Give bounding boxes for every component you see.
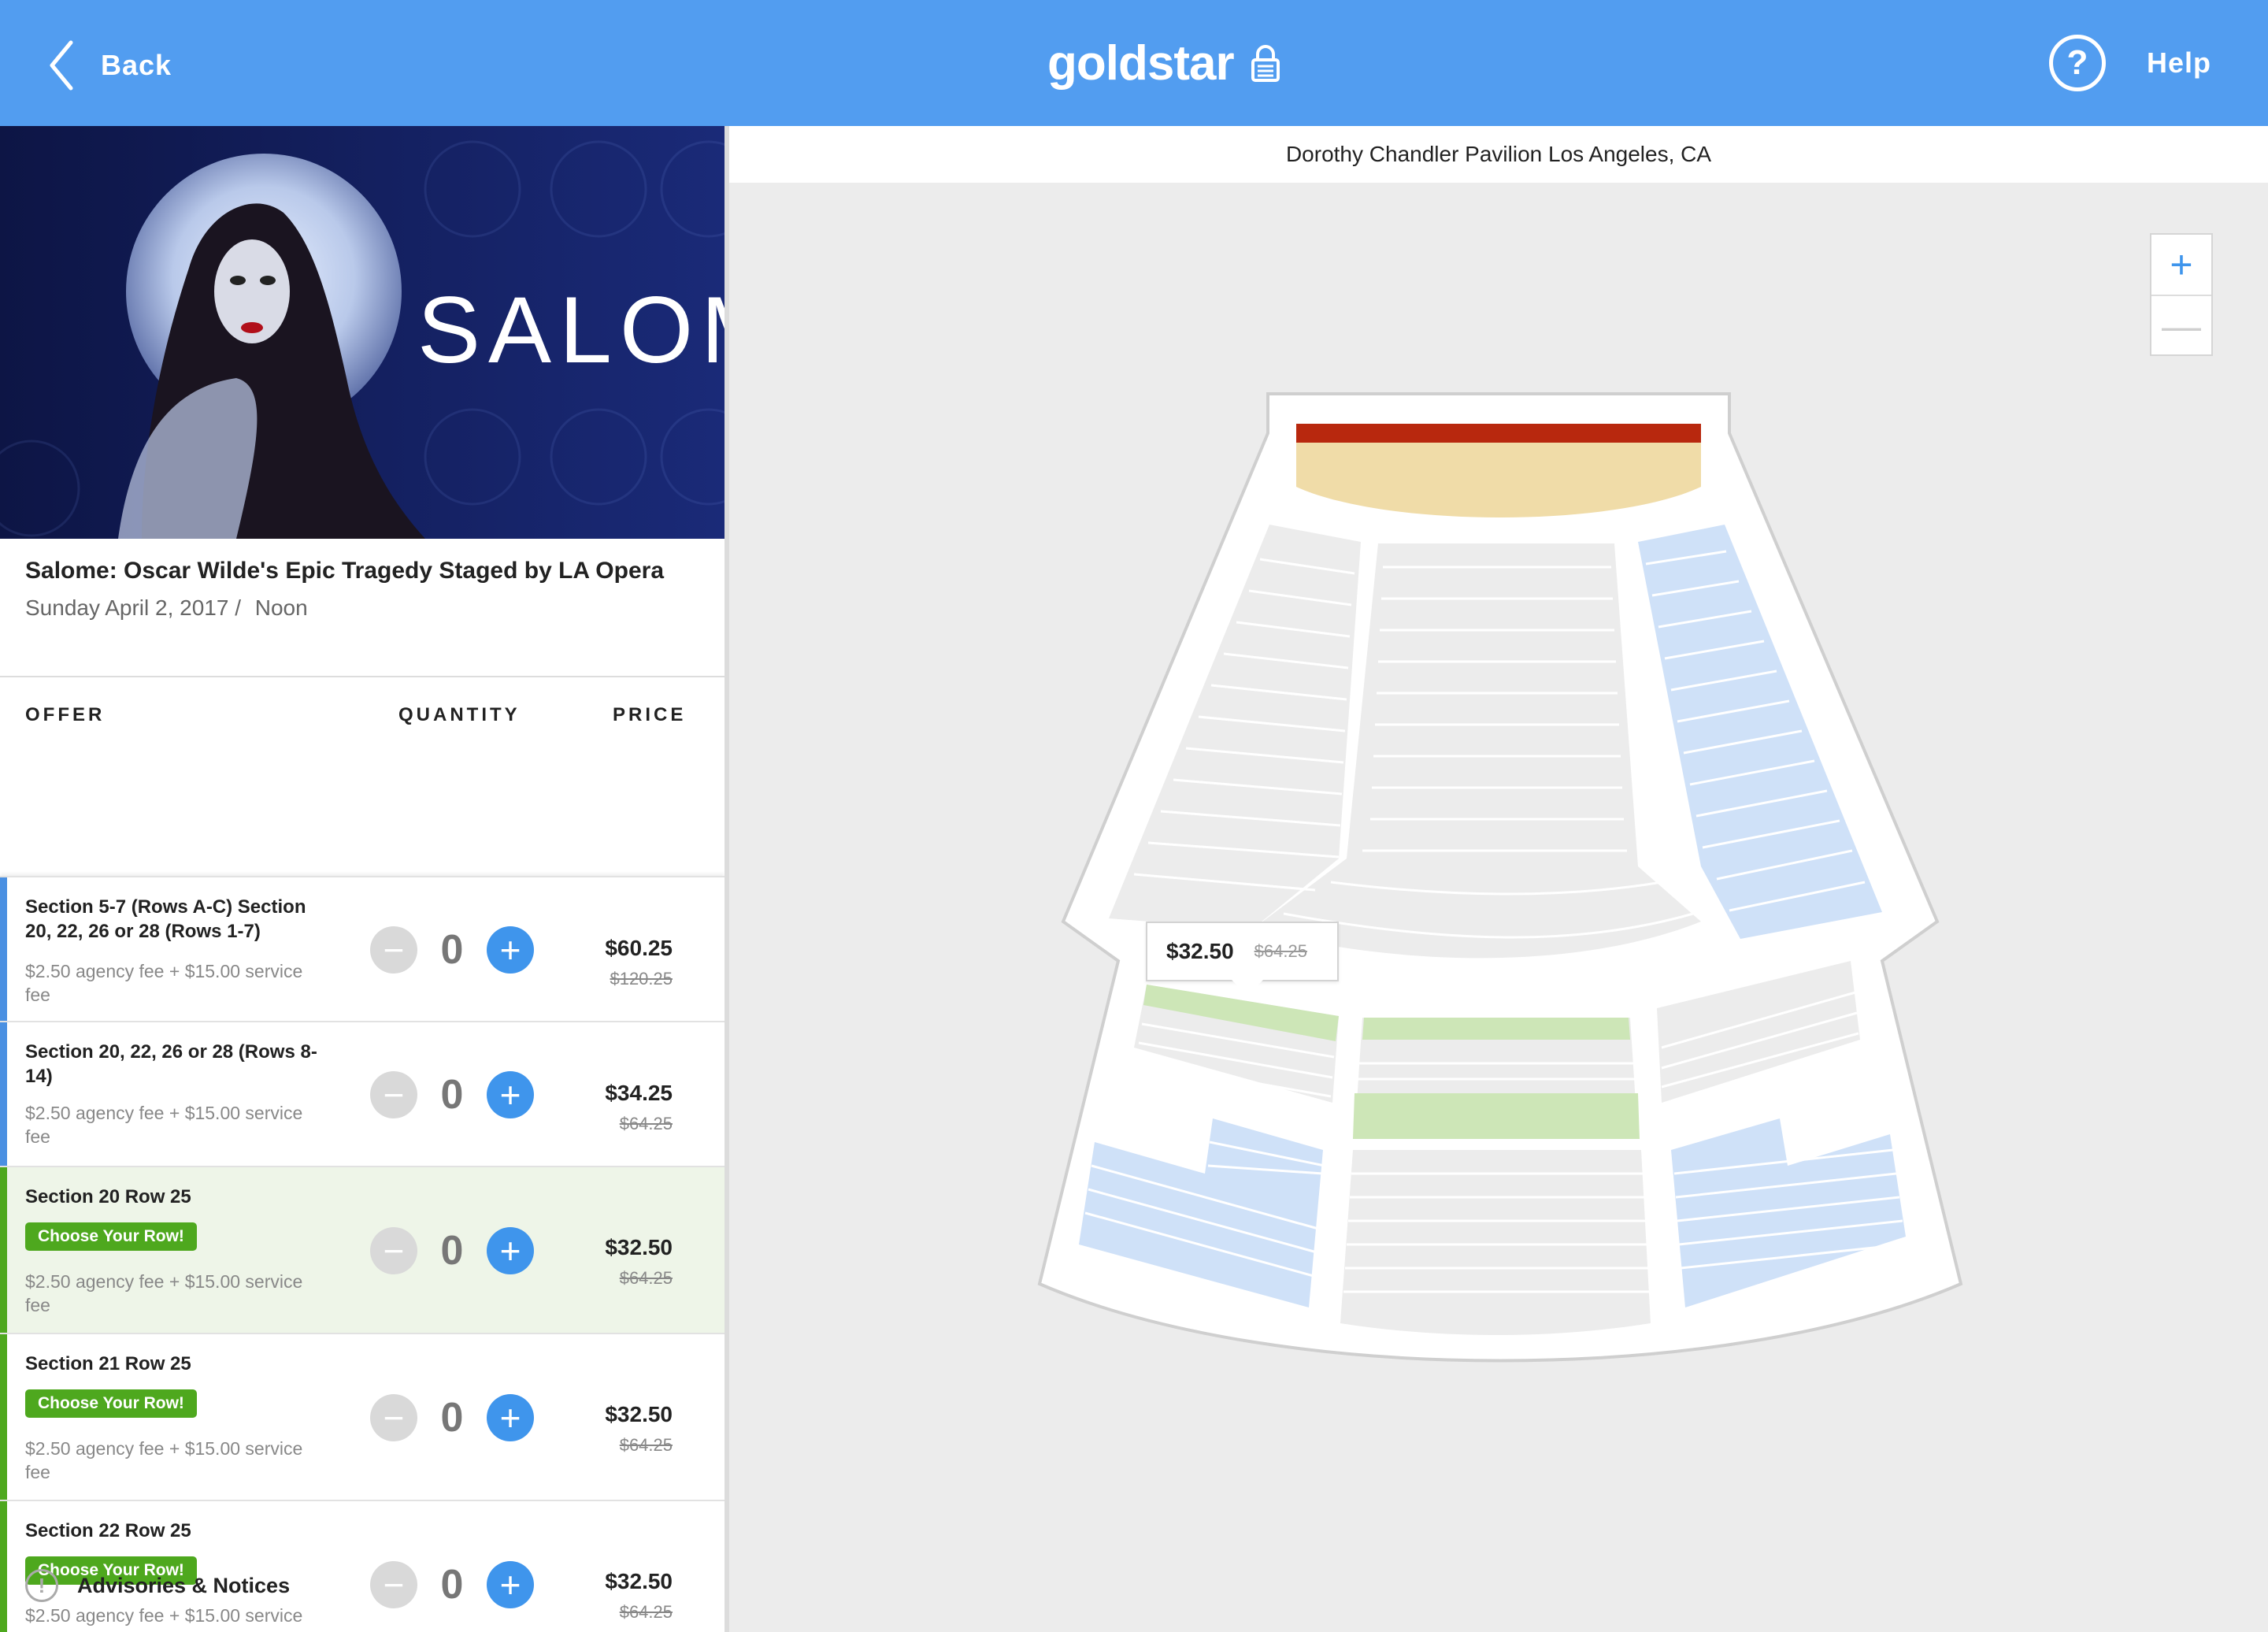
zoom-out-button[interactable]: — [2151,296,2211,356]
decrease-quantity-button[interactable]: − [370,1394,417,1441]
offer-fee: $2.50 agency fee + $15.00 service fee [25,1605,303,1632]
price-header: PRICE [613,704,687,725]
current-price: $60.25 [605,936,673,960]
offer-list: Section 5-7 (Rows A-C) Section 20, 22, 2… [0,748,724,1632]
offer-row: Section 20, 22, 26 or 28 (Rows 8-14) $2.… [0,1021,724,1166]
section-20-row-25 [1362,1018,1630,1040]
current-price: $32.50 [605,1235,673,1259]
offer-name: Section 20, 22, 26 or 28 (Rows 8-14) [25,1041,317,1087]
offer-name: Section 21 Row 25 [25,1353,191,1374]
event-poster: SALOME [0,126,724,539]
decrease-quantity-button[interactable]: − [370,1071,417,1118]
quantity-stepper: − 0 + [370,1394,534,1441]
original-price: $64.25 [619,1435,673,1455]
increase-quantity-button[interactable]: + [487,1394,534,1441]
lock-icon [1251,45,1280,82]
quantity-stepper: − 0 + [370,926,534,974]
back-button[interactable]: Back [47,39,172,91]
quantity-value: 0 [440,1395,464,1441]
help-button[interactable]: ? Help [2048,30,2211,96]
offer-name: Section 22 Row 25 [25,1520,191,1541]
logo-text: goldstar [1047,35,1235,91]
advisories-link[interactable]: ! Advisories & Notices [25,1569,290,1602]
current-price: $32.50 [605,1569,673,1593]
offer-row: Section 5-7 (Rows A-C) Section 20, 22, 2… [0,876,724,1021]
increase-quantity-button[interactable]: + [487,1227,534,1274]
choose-your-row-badge[interactable]: Choose Your Row! [25,1222,197,1251]
section-20-row-lower [1353,1093,1640,1139]
quantity-stepper: − 0 + [370,1561,534,1608]
decrease-quantity-button[interactable]: − [370,1561,417,1608]
decrease-quantity-button[interactable]: − [370,1227,417,1274]
increase-quantity-button[interactable]: + [487,1561,534,1608]
original-price: $64.25 [619,1602,673,1622]
venue-name: Dorothy Chandler Pavilion Los Angeles, C… [1285,142,1712,166]
offer-header: OFFER [25,704,106,725]
offer-name: Section 20 Row 25 [25,1186,191,1207]
offer-name: Section 5-7 (Rows A-C) Section 20, 22, 2… [25,896,306,942]
quantity-stepper: − 0 + [370,1227,534,1274]
quantity-stepper: − 0 + [370,1071,534,1118]
goldstar-logo: goldstar [1047,24,1281,102]
tooltip-price: $32.50 [1166,939,1234,963]
current-price: $34.25 [605,1081,673,1105]
divider [0,676,724,677]
original-price: $120.25 [610,969,673,988]
event-datetime: Sunday April 2, 2017 / Noon [25,595,308,621]
offer-row: Section 21 Row 25 Choose Your Row! $2.50… [0,1333,724,1500]
choose-your-row-badge[interactable]: Choose Your Row! [25,1389,197,1418]
offer-fee: $2.50 agency fee + $15.00 service fee [25,1438,303,1482]
chevron-left-icon [50,40,73,91]
offer-row-selected[interactable]: Section 20 Row 25 Choose Your Row! $2.50… [0,1166,724,1333]
event-date: Sunday April 2, 2017 / [25,595,241,620]
quantity-header: QUANTITY [398,704,521,725]
stage-curtain [1296,424,1701,443]
offer-fee: $2.50 agency fee + $15.00 service fee [25,1271,303,1315]
quantity-value: 0 [440,1562,464,1608]
offer-price: $32.50 $64.25 [605,1235,673,1289]
offer-accent-bar [0,1501,7,1632]
section-balcony-center [1340,1150,1651,1335]
alert-icon: ! [25,1569,58,1602]
seating-map[interactable] [1016,378,1984,1394]
offer-price: $32.50 $64.25 [605,1402,673,1456]
current-price: $32.50 [605,1402,673,1426]
top-bar: Back goldstar ? Help [0,0,2268,126]
map-price-tooltip: $32.50 $64.25 [1146,922,1339,981]
offer-fee: $2.50 agency fee + $15.00 service fee [25,961,303,1005]
tooltip-original-price: $64.25 [1254,941,1307,961]
increase-quantity-button[interactable]: + [487,926,534,974]
zoom-in-button[interactable]: + [2151,235,2211,296]
offer-price: $34.25 $64.25 [605,1081,673,1134]
original-price: $64.25 [619,1114,673,1133]
tooltip-pointer [1232,980,1263,996]
original-price: $64.25 [619,1268,673,1288]
quantity-value: 0 [440,927,464,973]
quantity-value: 0 [440,1228,464,1274]
poster-title-text: SALOME [417,277,724,383]
increase-quantity-button[interactable]: + [487,1071,534,1118]
offer-accent-bar [0,1334,7,1500]
advisories-label: Advisories & Notices [77,1573,291,1597]
offer-fee: $2.50 agency fee + $15.00 service fee [25,1103,303,1147]
offer-row: Section 22 Row 25 Choose Your Row! $2.50… [0,1500,724,1632]
event-title: Salome: Oscar Wilde's Epic Tragedy Stage… [25,558,665,584]
offer-price: $32.50 $64.25 [605,1569,673,1623]
event-panel: SALOME Salome: Oscar Wilde's Epic Traged… [0,126,729,1632]
offer-accent-bar [0,1167,7,1333]
zoom-controls: + — [2150,233,2213,356]
offer-accent-bar [0,1022,7,1166]
help-label: Help [2146,46,2211,79]
question-icon: ? [2048,35,2106,91]
event-time: Noon [254,595,308,620]
decrease-quantity-button[interactable]: − [370,926,417,974]
offer-price: $60.25 $120.25 [605,936,673,989]
venue-name-bar: Dorothy Chandler Pavilion Los Angeles, C… [729,126,2268,183]
back-label: Back [101,49,172,81]
offer-accent-bar [0,877,7,1021]
quantity-value: 0 [440,1072,464,1118]
